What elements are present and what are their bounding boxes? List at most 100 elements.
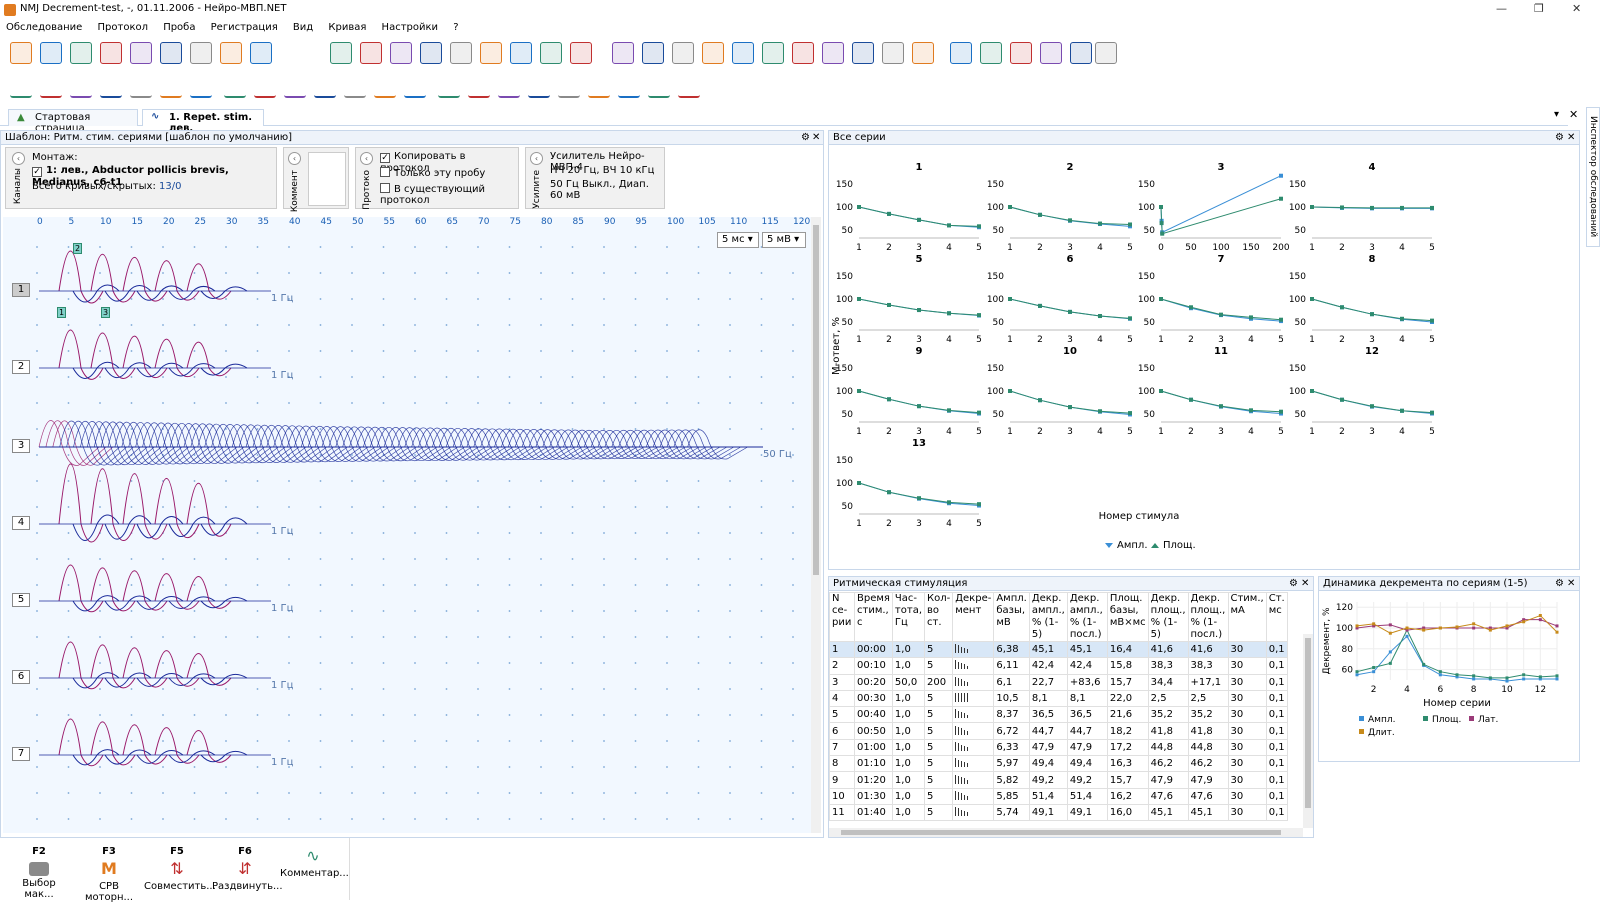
curve-tool-button-4[interactable] — [100, 76, 122, 98]
toolbar-button-8[interactable] — [220, 42, 242, 64]
rhythm-column-header[interactable]: Ампл. базы, мВ — [993, 592, 1030, 642]
protocol-collapse-button[interactable]: ‹ — [360, 152, 373, 165]
toolbar-button-9[interactable] — [250, 42, 272, 64]
rhythm-column-header[interactable]: Время стим., с — [854, 592, 893, 642]
trace-number-6[interactable]: 6 — [12, 670, 30, 684]
existing-protocol-checkbox[interactable] — [380, 183, 390, 193]
curve-tool-button-5[interactable] — [130, 76, 152, 98]
menu-view[interactable]: Вид — [293, 20, 313, 36]
tab-start-page[interactable]: ▲ Стартовая страница — [8, 109, 138, 134]
peak-marker-3[interactable]: 3 — [101, 307, 110, 318]
toolbar-button-28[interactable] — [882, 42, 904, 64]
trace-scrollbar[interactable] — [811, 217, 821, 833]
all-series-close-icon[interactable]: ✕ — [1567, 131, 1575, 145]
table-row[interactable]: 10 01:30 1,0 5 5,85 51,4 51,4 16,2 47,6 47,6 30 0,1 — [829, 787, 1288, 805]
toolbar-button-3[interactable] — [70, 42, 92, 64]
toolbar-button-33[interactable] — [1040, 42, 1062, 64]
rhythm-column-header[interactable]: Декр. площ., % (1-посл.) — [1187, 592, 1229, 642]
time-scale-select[interactable]: 5 мс ▾ — [717, 232, 759, 248]
rhythm-column-header[interactable]: Декре-мент — [952, 592, 995, 642]
toolbar-button-22[interactable] — [702, 42, 724, 64]
fkey-comment[interactable]: ∿ Комментар... — [280, 838, 349, 879]
toolbar-button-31[interactable] — [980, 42, 1002, 64]
copy-protocol-checkbox[interactable]: ✓ — [380, 153, 390, 163]
only-this-option[interactable]: Только эту пробу — [380, 167, 485, 179]
toolbar-button-4[interactable] — [100, 42, 122, 64]
pin-icon[interactable]: ⚙ — [1555, 131, 1564, 145]
curve-tool-button-7[interactable] — [190, 76, 212, 98]
table-row[interactable]: 5 00:40 1,0 5 8,37 36,5 36,5 21,6 35,2 35,2 30 0,1 — [829, 706, 1288, 724]
rhythm-column-header[interactable]: Стим., мА — [1227, 592, 1267, 642]
pin-icon[interactable]: ⚙ — [1555, 577, 1564, 591]
channel-checkbox[interactable]: ✓ — [32, 167, 42, 177]
toolbar-button-20[interactable] — [642, 42, 664, 64]
dynamics-close-icon[interactable]: ✕ — [1567, 577, 1575, 591]
rhythm-close-icon[interactable]: ✕ — [1301, 577, 1309, 591]
rhythm-column-header[interactable]: Декр. ампл., % (1-5) — [1028, 592, 1068, 642]
trace-number-2[interactable]: 2 — [12, 360, 30, 374]
curve-tool-button-14[interactable] — [404, 76, 426, 98]
trace-number-3[interactable]: 3 — [12, 439, 30, 453]
curve-tool-button-18[interactable] — [528, 76, 550, 98]
peak-marker-2[interactable]: 2 — [73, 243, 82, 254]
pin-icon[interactable]: ⚙ — [801, 131, 810, 145]
toolbar-button-18[interactable] — [570, 42, 592, 64]
toolbar-button-29[interactable] — [912, 42, 934, 64]
toolbar-button-1[interactable] — [10, 42, 32, 64]
rhythm-vscrollbar[interactable] — [1303, 634, 1313, 828]
toolbar-button-32[interactable] — [1010, 42, 1032, 64]
curve-tool-button-20[interactable] — [588, 76, 610, 98]
curve-tool-button-15[interactable] — [438, 76, 460, 98]
rhythm-column-header[interactable]: Кол-во ст. — [923, 592, 954, 642]
table-row[interactable]: 4 00:30 1,0 5 10,5 8,1 8,1 22,0 2,5 2,5 30 0,1 — [829, 689, 1288, 708]
toolbar-button-5[interactable] — [130, 42, 152, 64]
fkey-f6[interactable]: F6 ⇵ Раздвинуть... — [212, 838, 283, 892]
table-row[interactable]: 6 00:50 1,0 5 6,72 44,7 44,7 18,2 41,8 41,8 30 0,1 — [829, 722, 1288, 740]
trace-scroll-thumb[interactable] — [813, 225, 819, 575]
toolbar-button-35[interactable] — [1095, 42, 1117, 64]
minimize-icon[interactable]: — — [1496, 2, 1507, 15]
rhythm-vscroll-thumb[interactable] — [1305, 638, 1311, 808]
toolbar-button-30[interactable] — [950, 42, 972, 64]
fkey-f5[interactable]: F5 ⇅ Совместить... — [144, 838, 216, 892]
menu-settings[interactable]: Настройки — [382, 20, 438, 36]
menu-registration[interactable]: Регистрация — [211, 20, 278, 36]
toolbar-button-10[interactable] — [330, 42, 352, 64]
toolbar-button-14[interactable] — [450, 42, 472, 64]
rhythm-hscroll-thumb[interactable] — [841, 830, 1281, 835]
toolbar-button-26[interactable] — [822, 42, 844, 64]
curve-tool-button-11[interactable] — [314, 76, 336, 98]
menu-test[interactable]: Проба — [163, 20, 195, 36]
toolbar-button-34[interactable] — [1070, 42, 1092, 64]
tabs-close-icon[interactable]: ✕ — [1569, 108, 1578, 121]
toolbar-button-19[interactable] — [612, 42, 634, 64]
toolbar-button-2[interactable] — [40, 42, 62, 64]
trace-area[interactable]: 0 5 10 15 20 25 30 35 40 45 50 55 60 65 70 75 80 85 90 95 10… — [3, 217, 811, 833]
toolbar-button-7[interactable] — [190, 42, 212, 64]
tab-repet-stim[interactable]: ∿ 1. Repet. stim. лев. — [142, 109, 264, 134]
table-row[interactable]: 2 00:10 1,0 5 6,11 42,4 42,4 15,8 38,3 38,3 30 0,1 — [829, 657, 1288, 675]
curve-tool-button-16[interactable] — [468, 76, 490, 98]
curve-tool-button-17[interactable] — [498, 76, 520, 98]
toolbar-button-16[interactable] — [510, 42, 532, 64]
channels-collapse-button[interactable]: ‹ — [12, 152, 25, 165]
rhythm-column-header[interactable]: Ст. мс — [1265, 592, 1288, 642]
close-icon[interactable]: ✕ — [1572, 2, 1581, 15]
curve-tool-button-12[interactable] — [344, 76, 366, 98]
trace-number-5[interactable]: 5 — [12, 593, 30, 607]
inspector-sidebar[interactable]: Инспектор обследований — [1586, 107, 1600, 247]
template-close-icon[interactable]: ✕ — [812, 131, 820, 145]
comment-field[interactable] — [308, 152, 346, 206]
menu-curve[interactable]: Кривая — [328, 20, 366, 36]
toolbar-button-27[interactable] — [852, 42, 874, 64]
rhythm-column-header[interactable]: Час-тота, Гц — [891, 592, 926, 642]
curve-tool-button-21[interactable] — [618, 76, 640, 98]
amp-scale-select[interactable]: 5 мВ ▾ — [762, 232, 806, 248]
peak-marker-1[interactable]: 1 — [57, 307, 66, 318]
comment-collapse-button[interactable]: ‹ — [288, 152, 301, 165]
toolbar-button-15[interactable] — [480, 42, 502, 64]
curve-tool-button-13[interactable] — [374, 76, 396, 98]
curve-tool-button-22[interactable] — [648, 76, 670, 98]
table-row[interactable]: 7 01:00 1,0 5 6,33 47,9 47,9 17,2 44,8 44,8 30 0,1 — [829, 738, 1288, 757]
existing-protocol-option[interactable]: В существующий протокол — [380, 183, 518, 206]
